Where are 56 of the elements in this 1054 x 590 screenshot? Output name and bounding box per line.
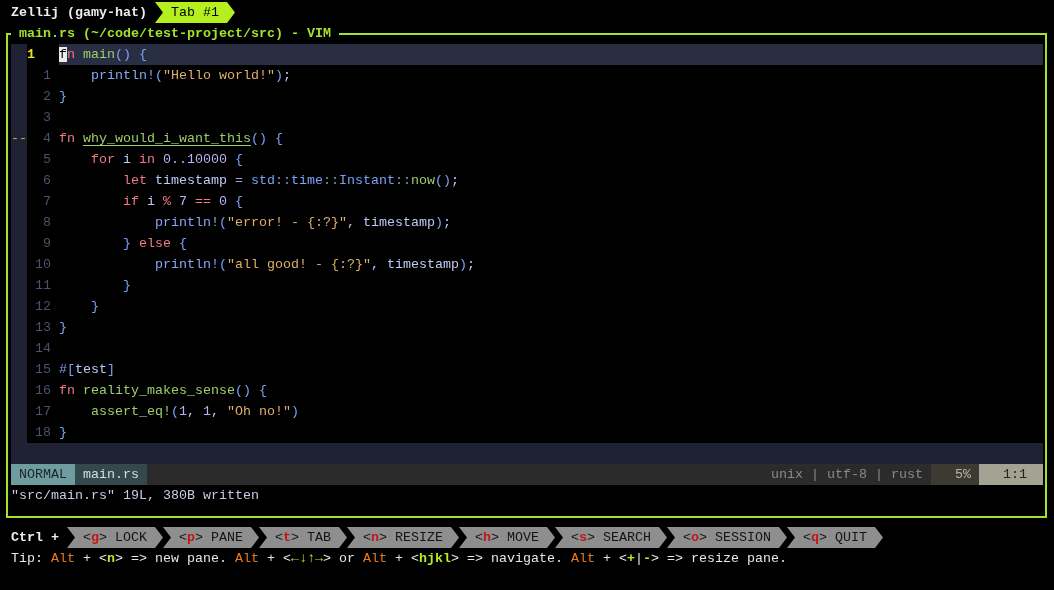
code-line: fn main() { [59, 46, 147, 64]
line-number: 18 [35, 424, 51, 442]
code-line: #[test] [59, 361, 115, 379]
code-line: println!("Hello world!"); [91, 67, 291, 85]
line-number: 15 [35, 361, 51, 379]
line-number: 3 [43, 109, 51, 127]
cursor-position: 1:1 [979, 464, 1043, 485]
code-line: } [91, 298, 99, 316]
diff-sign: -- [11, 131, 27, 146]
code-line: } [59, 424, 67, 442]
file-info: unix | utf-8 | rust [771, 466, 923, 484]
file-name: main.rs [75, 464, 147, 485]
line-number: 6 [43, 172, 51, 190]
line-number: 1 [27, 46, 35, 64]
key-hint: <h> MOVE [459, 527, 555, 548]
code-line: fn reality_makes_sense() { [59, 382, 267, 400]
code-line: println!("error! - {:?}", timestamp); [155, 214, 451, 232]
command-message: "src/main.rs" 19L, 380B written [11, 487, 259, 505]
pane-title: main.rs (~/code/test-project/src) - VIM [18, 25, 332, 43]
line-number: 2 [43, 88, 51, 106]
code-line: } [123, 277, 131, 295]
line-number: 14 [35, 340, 51, 358]
tab[interactable]: Tab #1 [155, 2, 235, 23]
key-hint: <q> QUIT [787, 527, 883, 548]
line-number: 8 [43, 214, 51, 232]
code-line: let timestamp = std::time::Instant::now(); [123, 172, 459, 190]
modifier-label: Ctrl + [11, 529, 59, 547]
key-hint: <s> SEARCH [555, 527, 667, 548]
tip-text: Tip: Alt + <n> => new pane. Alt + <←↓↑→> or Alt + <hjkl> => navigate. Alt + <+|-> => resize pane. [11, 550, 787, 568]
line-number: 4 [43, 130, 51, 148]
line-number: 13 [35, 319, 51, 337]
line-number: 11 [35, 277, 51, 295]
line-number: 16 [35, 382, 51, 400]
code-line: for i in 0..10000 { [91, 151, 243, 169]
line-number: 17 [35, 403, 51, 421]
key-hint: <n> RESIZE [347, 527, 459, 548]
session-label: Zellij (gamy-hat) [11, 4, 147, 22]
line-number: 10 [35, 256, 51, 274]
code-line: println!("all good! - {:?}", timestamp); [155, 256, 475, 274]
code-line: } [59, 319, 67, 337]
line-number: 5 [43, 151, 51, 169]
line-number: 9 [43, 235, 51, 253]
key-hint: <t> TAB [259, 527, 347, 548]
key-hint: <o> SESSION [667, 527, 787, 548]
code-line: assert_eq!(1, 1, "Oh no!") [91, 403, 299, 421]
line-number: 1 [43, 67, 51, 85]
code-line: if i % 7 == 0 { [123, 193, 243, 211]
key-hint: <p> PANE [163, 527, 259, 548]
code-line: } [59, 88, 67, 106]
scroll-percent: 5% [931, 464, 979, 485]
code-line: fn why_would_i_want_this() { [59, 130, 283, 148]
mode-indicator: NORMAL [11, 464, 75, 485]
line-number: 7 [43, 193, 51, 211]
key-hint: <g> LOCK [67, 527, 163, 548]
code-line: } else { [123, 235, 187, 253]
line-number: 12 [35, 298, 51, 316]
